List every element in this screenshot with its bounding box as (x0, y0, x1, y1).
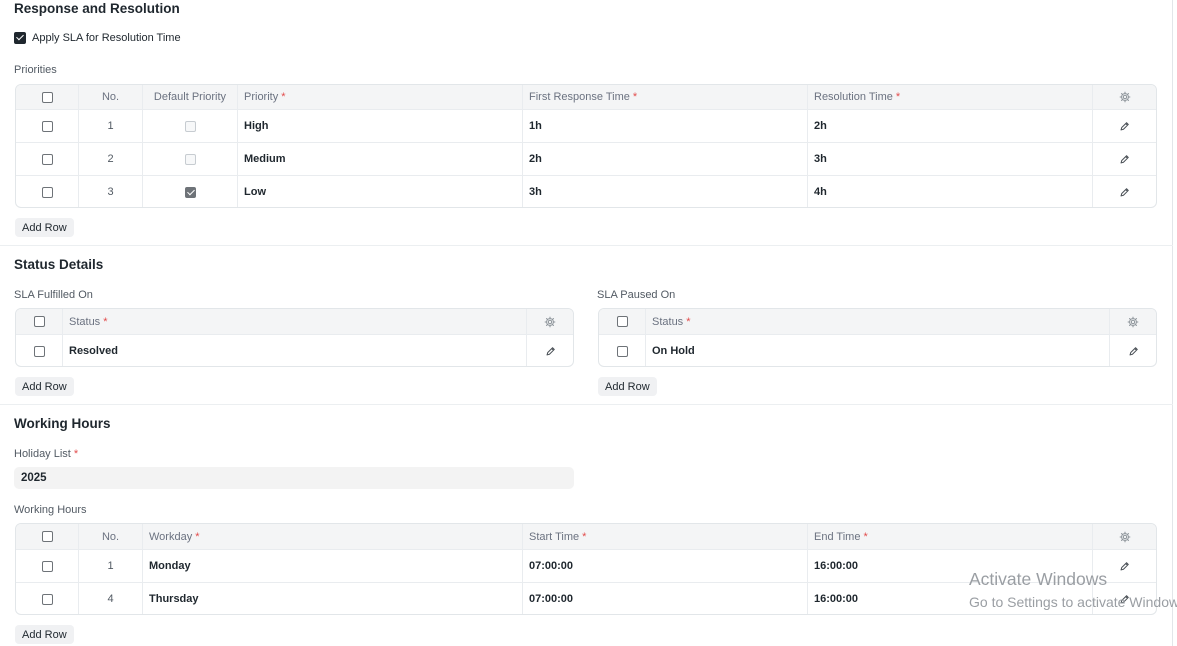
col-first-response: First Response Time (529, 91, 630, 103)
required-mark: * (582, 530, 587, 543)
required-mark: * (195, 530, 200, 543)
workday-value: Monday (149, 560, 191, 572)
select-all-checkbox[interactable] (616, 316, 628, 327)
col-workday: Workday (149, 530, 193, 543)
sla-paused-label: SLA Paused On (597, 289, 676, 301)
required-mark: * (863, 530, 868, 543)
default-priority-checkbox[interactable] (184, 120, 196, 132)
required-mark: * (632, 91, 638, 103)
gear-icon[interactable] (544, 316, 556, 328)
pencil-icon[interactable] (545, 346, 556, 357)
gear-icon[interactable] (1119, 531, 1131, 543)
add-row-button-fulfilled[interactable]: Add Row (15, 377, 74, 396)
priorities-label: Priorities (14, 64, 57, 76)
table-header: Status * (16, 309, 573, 335)
required-mark: * (281, 91, 286, 103)
select-all-checkbox[interactable] (41, 531, 53, 542)
first-response-value: 2h (529, 153, 542, 165)
pencil-icon[interactable] (1119, 154, 1130, 165)
section-title-working-hours: Working Hours (14, 416, 111, 431)
pencil-icon[interactable] (1128, 346, 1139, 357)
section-title-status: Status Details (14, 257, 104, 272)
first-response-value: 3h (529, 186, 542, 198)
row-number: 4 (107, 593, 114, 605)
section-divider (0, 245, 1173, 246)
col-start-time: Start Time (529, 530, 580, 543)
col-end-time: End Time (814, 530, 861, 543)
sla-fulfilled-table: Status * Resolved (15, 308, 574, 367)
priorities-table: No. Default Priority Priority * First Res… (15, 84, 1157, 208)
required-mark: * (686, 315, 691, 328)
row-number: 3 (107, 186, 114, 198)
col-no: No. (101, 91, 120, 103)
select-all-checkbox[interactable] (41, 91, 53, 103)
pencil-icon[interactable] (1119, 121, 1130, 132)
col-status: Status (652, 315, 684, 328)
col-no: No. (101, 530, 120, 543)
row-checkbox[interactable] (41, 560, 53, 572)
workday-value: Thursday (149, 593, 199, 605)
table-row[interactable]: Resolved (16, 335, 573, 366)
add-row-button-working-hours[interactable]: Add Row (15, 625, 74, 644)
end-time-value: 16:00:00 (814, 560, 859, 572)
priority-value: High (244, 120, 269, 132)
pencil-icon[interactable] (1119, 561, 1130, 572)
first-response-value: 1h (529, 120, 542, 132)
required-mark: * (895, 91, 901, 103)
holiday-list-label: Holiday List * (14, 448, 79, 460)
row-checkbox[interactable] (41, 593, 53, 605)
apply-sla-label: Apply SLA for Resolution Time (32, 32, 181, 44)
status-value: Resolved (69, 345, 118, 357)
col-resolution: Resolution Time (814, 91, 893, 103)
holiday-list-input[interactable]: 2025 (14, 467, 574, 489)
resolution-value: 4h (814, 186, 827, 198)
table-row[interactable]: On Hold (599, 335, 1156, 366)
apply-sla-checkbox[interactable] (14, 32, 26, 44)
activate-windows-subtitle: Go to Settings to activate Windows. (969, 594, 1177, 610)
section-divider (0, 404, 1173, 405)
select-all-checkbox[interactable] (33, 316, 45, 327)
table-row[interactable]: 3 Low 3h 4h (16, 176, 1156, 207)
section-title-response: Response and Resolution (14, 1, 180, 16)
start-time-value: 07:00:00 (529, 593, 574, 605)
row-checkbox[interactable] (41, 186, 53, 198)
sla-form-page: Response and Resolution Apply SLA for Re… (0, 0, 1173, 646)
col-priority: Priority (244, 91, 279, 103)
row-number: 1 (107, 120, 114, 132)
gear-icon[interactable] (1127, 316, 1139, 328)
required-mark: * (73, 448, 79, 460)
resolution-value: 3h (814, 153, 827, 165)
row-checkbox[interactable] (616, 345, 628, 357)
gear-icon[interactable] (1119, 91, 1131, 103)
activate-windows-title: Activate Windows (969, 569, 1108, 589)
row-number: 1 (107, 560, 114, 572)
resolution-value: 2h (814, 120, 827, 132)
table-header: No. Workday * Start Time * End Time * (16, 524, 1156, 550)
col-default-priority: Default Priority (153, 91, 227, 103)
row-checkbox[interactable] (41, 153, 53, 165)
working-hours-label: Working Hours (14, 504, 87, 516)
row-number: 2 (107, 153, 114, 165)
default-priority-checkbox[interactable] (184, 153, 196, 165)
add-row-button[interactable]: Add Row (15, 218, 74, 237)
priority-value: Medium (244, 153, 286, 165)
sla-fulfilled-label: SLA Fulfilled On (14, 289, 93, 301)
status-value: On Hold (652, 345, 695, 357)
end-time-value: 16:00:00 (814, 593, 859, 605)
default-priority-checkbox[interactable] (184, 186, 196, 198)
col-status: Status (69, 315, 101, 328)
start-time-value: 07:00:00 (529, 560, 574, 572)
table-header: No. Default Priority Priority * First Res… (16, 85, 1156, 110)
table-header: Status * (599, 309, 1156, 335)
apply-sla-field[interactable]: Apply SLA for Resolution Time (14, 32, 181, 44)
priority-value: Low (244, 186, 266, 198)
row-checkbox[interactable] (33, 345, 45, 357)
table-row[interactable]: 1 High 1h 2h (16, 110, 1156, 143)
row-checkbox[interactable] (41, 120, 53, 132)
pencil-icon[interactable] (1119, 187, 1130, 198)
add-row-button-paused[interactable]: Add Row (598, 377, 657, 396)
sla-paused-table: Status * On Hold (598, 308, 1157, 367)
table-row[interactable]: 2 Medium 2h 3h (16, 143, 1156, 176)
required-mark: * (103, 315, 108, 328)
